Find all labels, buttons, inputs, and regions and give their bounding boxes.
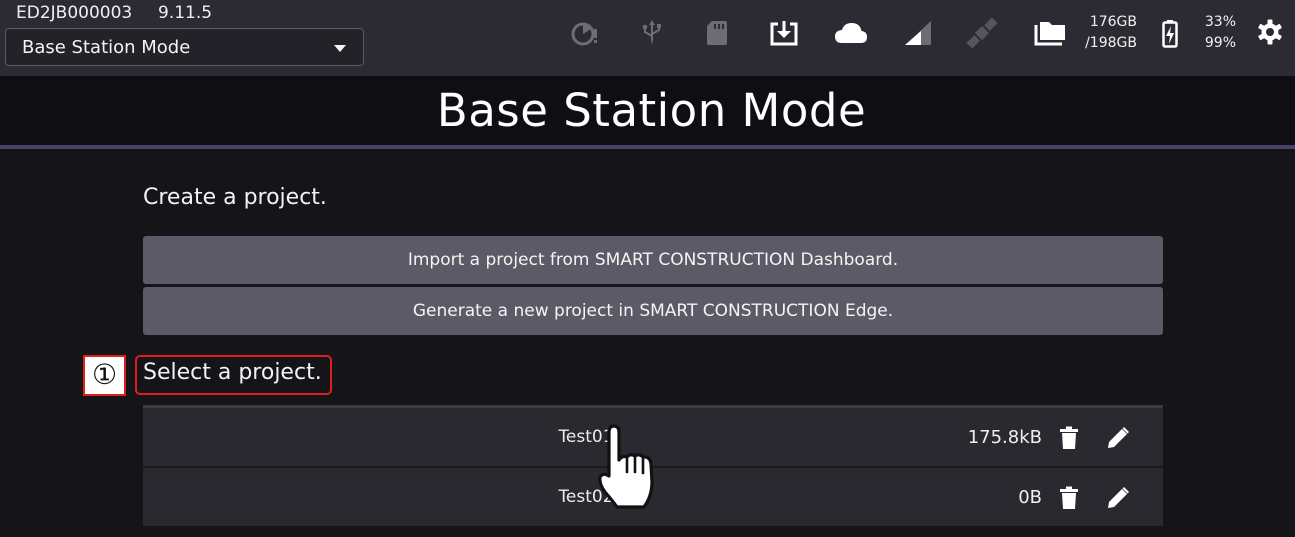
trash-icon[interactable] bbox=[1059, 426, 1079, 450]
mode-select-value: Base Station Mode bbox=[22, 37, 191, 58]
app-version: 9.11.5 bbox=[158, 3, 213, 23]
progress-icon bbox=[571, 22, 597, 46]
battery-icon bbox=[1162, 20, 1178, 48]
project-size: 175.8kB bbox=[967, 427, 1042, 448]
battery-level-2: 99% bbox=[1204, 35, 1236, 51]
create-project-label: Create a project. bbox=[143, 185, 327, 210]
storage-total: /198GB bbox=[1085, 35, 1137, 51]
gear-icon[interactable] bbox=[1256, 18, 1284, 46]
step-marker: ① bbox=[83, 355, 126, 396]
title-divider bbox=[0, 145, 1295, 149]
battery-level-1: 33% bbox=[1204, 14, 1236, 30]
cloud-icon bbox=[835, 23, 867, 43]
usb-icon bbox=[642, 20, 661, 45]
generate-project-button[interactable]: Generate a new project in SMART CONSTRUC… bbox=[143, 287, 1163, 335]
trash-icon[interactable] bbox=[1059, 486, 1079, 510]
mode-select[interactable]: Base Station Mode bbox=[5, 28, 364, 66]
satellite-icon bbox=[966, 17, 998, 49]
device-id: ED2JB000003 bbox=[16, 3, 133, 23]
edit-icon[interactable] bbox=[1106, 426, 1130, 450]
project-name: Test02 bbox=[558, 487, 614, 507]
download-icon bbox=[770, 21, 798, 46]
project-size: 0B bbox=[1018, 487, 1042, 508]
select-project-label: Select a project. bbox=[143, 360, 322, 385]
storage-readout: 176GB /198GB bbox=[1077, 12, 1137, 54]
signal-icon bbox=[905, 21, 931, 45]
sd-card-icon bbox=[707, 21, 727, 45]
edit-icon[interactable] bbox=[1106, 486, 1130, 510]
import-project-button[interactable]: Import a project from SMART CONSTRUCTION… bbox=[143, 236, 1163, 284]
page-title: Base Station Mode bbox=[436, 84, 867, 137]
storage-icon bbox=[1034, 22, 1065, 46]
project-name: Test01 bbox=[558, 427, 614, 447]
top-status-bar: ED2JB000003 9.11.5 Base Station Mode 176… bbox=[0, 0, 1295, 76]
chevron-down-icon bbox=[334, 45, 346, 52]
battery-readout: 33% 99% bbox=[1196, 12, 1236, 54]
pointing-hand-icon bbox=[598, 424, 654, 509]
storage-used: 176GB bbox=[1089, 14, 1137, 30]
